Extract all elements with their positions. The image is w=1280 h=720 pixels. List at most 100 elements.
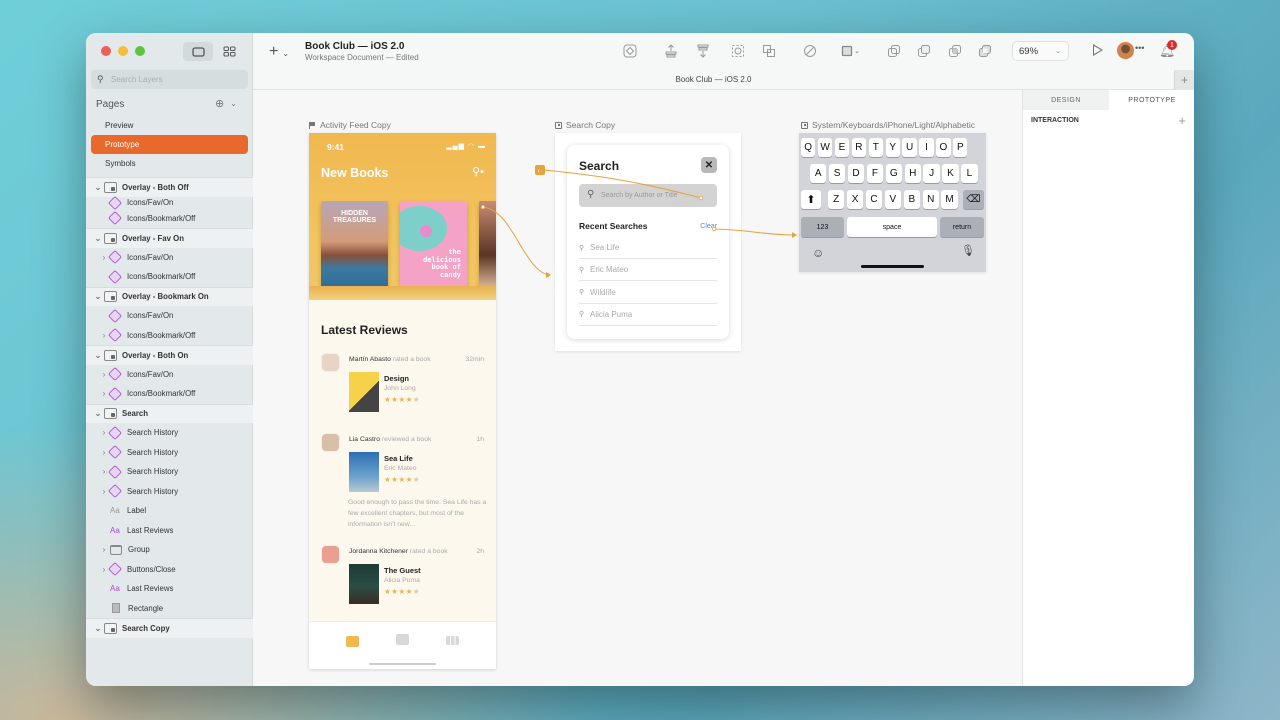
key-123[interactable]: 123 — [801, 217, 844, 237]
layer-group[interactable]: ⌄ Search — [86, 403, 253, 423]
emoji-icon[interactable]: ☺ — [812, 246, 824, 260]
key-k[interactable]: K — [942, 164, 959, 183]
layer-item[interactable]: Icons/Bookmark/Off — [86, 209, 253, 229]
recent-search-item[interactable]: ⚲ Eric Mateo — [579, 259, 717, 282]
close-window-button[interactable] — [101, 46, 111, 56]
avatar[interactable] — [321, 433, 340, 452]
search-icon[interactable]: ⚲• — [472, 165, 484, 178]
backward-button[interactable] — [696, 44, 710, 58]
key-j[interactable]: J — [923, 164, 940, 183]
book-cover[interactable] — [349, 452, 379, 492]
group-button[interactable] — [731, 44, 745, 58]
collapse-pages-icon[interactable]: ⌄ — [230, 99, 237, 108]
artboard-label-keyboard[interactable]: System/Keyboards/iPhone/Light/Alphabetic — [801, 120, 975, 130]
layer-item[interactable]: › Search History — [86, 482, 253, 502]
key-m[interactable]: M — [941, 190, 958, 209]
layer-item[interactable]: › Buttons/Close — [86, 560, 253, 580]
close-button[interactable]: ✕ — [701, 157, 717, 173]
tab-library-icon[interactable] — [396, 634, 409, 645]
key-space[interactable]: space — [847, 217, 937, 237]
chevron-down-icon[interactable]: ⌄ — [92, 183, 104, 192]
layer-item[interactable]: Aa Label — [86, 501, 253, 521]
minimize-window-button[interactable] — [118, 46, 128, 56]
key-h[interactable]: H — [904, 164, 921, 183]
book-cover[interactable]: HIDDEN TREASURES — [321, 201, 388, 291]
layer-item[interactable]: › Icons/Bookmark/Off — [86, 326, 253, 346]
layer-item[interactable]: Aa Last Reviews — [86, 579, 253, 599]
layer-group[interactable]: ⌄ Overlay - Bookmark On — [86, 286, 253, 306]
search-layers-input[interactable]: ⚲ Search Layers — [91, 70, 248, 89]
union-button[interactable] — [887, 44, 901, 58]
key-x[interactable]: X — [846, 190, 864, 209]
intersect-button[interactable] — [948, 44, 962, 58]
search-field[interactable]: ⚲ Search by Author or Title — [579, 184, 717, 207]
key-d[interactable]: D — [847, 164, 865, 183]
layer-item[interactable]: Icons/Fav/On — [86, 306, 253, 326]
subtract-button[interactable] — [917, 44, 931, 58]
key-a[interactable]: A — [810, 164, 827, 183]
key-w[interactable]: W — [817, 138, 833, 157]
avatar[interactable] — [321, 353, 340, 372]
layer-group[interactable]: ⌄ Overlay - Fav On — [86, 228, 253, 248]
tab-design[interactable]: DESIGN — [1023, 90, 1109, 110]
more-icon[interactable]: ••• — [1135, 43, 1144, 53]
page-item-prototype[interactable]: Prototype — [91, 135, 248, 154]
difference-button[interactable] — [978, 44, 992, 58]
page-item-preview[interactable]: Preview — [91, 116, 248, 135]
canvas-view-button[interactable] — [183, 42, 213, 61]
avatar[interactable] — [321, 545, 340, 564]
key-q[interactable]: Q — [801, 138, 816, 157]
key-e[interactable]: E — [834, 138, 850, 157]
ungroup-button[interactable] — [762, 44, 776, 58]
activity-feed-artboard[interactable]: 9:41 ▂▄▆ ◠ ▬ New Books ⚲• HIDDEN TREASUR… — [309, 133, 496, 669]
tab-feed-icon[interactable] — [346, 636, 359, 647]
layer-item[interactable]: › Group — [86, 540, 253, 560]
book-cover[interactable] — [479, 201, 496, 291]
key-p[interactable]: P — [953, 138, 968, 157]
key-b[interactable]: B — [903, 190, 920, 209]
key-l[interactable]: L — [961, 164, 978, 183]
layer-group[interactable]: ⌄ Overlay - Both On — [86, 345, 253, 365]
add-page-icon[interactable]: ⊕ — [215, 97, 224, 110]
key-t[interactable]: T — [868, 138, 883, 157]
key-o[interactable]: O — [936, 138, 951, 157]
maximize-window-button[interactable] — [135, 46, 145, 56]
zoom-select[interactable]: 69% ⌄ — [1012, 41, 1069, 61]
book-cover[interactable] — [349, 372, 379, 412]
preview-play-button[interactable] — [1093, 44, 1103, 56]
book-cover[interactable] — [349, 564, 379, 604]
key-return[interactable]: return — [940, 217, 984, 237]
layer-item[interactable]: › Search History — [86, 462, 253, 482]
layer-item[interactable]: Rectangle — [86, 599, 253, 619]
key-f[interactable]: F — [866, 164, 884, 183]
insert-button[interactable]: + ⌄ — [269, 43, 289, 61]
recent-search-item[interactable]: ⚲ Alicia Puma — [579, 304, 717, 326]
chevron-down-icon[interactable]: ⌄ — [92, 351, 104, 360]
tab-prototype[interactable]: PROTOTYPE — [1109, 90, 1194, 110]
key-c[interactable]: C — [865, 190, 883, 209]
book-cover[interactable]: the delicious book of candy — [400, 201, 467, 291]
edit-button[interactable] — [803, 44, 817, 58]
microphone-icon[interactable]: 🎙︎ — [961, 244, 975, 257]
clear-button[interactable]: Clear — [700, 223, 717, 230]
chevron-right-icon[interactable]: › — [98, 545, 110, 554]
chevron-down-icon[interactable]: ⌄ — [92, 234, 104, 243]
recent-search-item[interactable]: ⚲ Sea Life — [579, 237, 717, 259]
document-tab[interactable]: Book Club — iOS 2.0 — [253, 75, 1174, 84]
add-interaction-button[interactable]: + — [1178, 113, 1186, 128]
back-link-badge[interactable] — [535, 165, 545, 175]
key-v[interactable]: V — [884, 190, 902, 209]
layer-item[interactable]: › Icons/Fav/On — [86, 365, 253, 385]
forward-button[interactable] — [664, 44, 678, 58]
recent-search-item[interactable]: ⚲ Wildlife — [579, 282, 717, 304]
key-r[interactable]: R — [851, 138, 867, 157]
grid-view-button[interactable] — [214, 42, 244, 61]
layer-item[interactable]: › Search History — [86, 423, 253, 443]
key-u[interactable]: U — [902, 138, 917, 157]
new-tab-button[interactable]: + — [1174, 70, 1194, 90]
layer-item[interactable]: Icons/Fav/On — [86, 195, 253, 210]
layer-item[interactable]: Icons/Bookmark/Off — [86, 267, 253, 287]
keyboard-artboard[interactable]: 123 space return ⬆ ⌫ ☺ 🎙︎ QWERTYUIOP ASDF… — [799, 133, 986, 272]
key-z[interactable]: Z — [828, 190, 845, 209]
layer-item[interactable]: › Search History — [86, 443, 253, 463]
